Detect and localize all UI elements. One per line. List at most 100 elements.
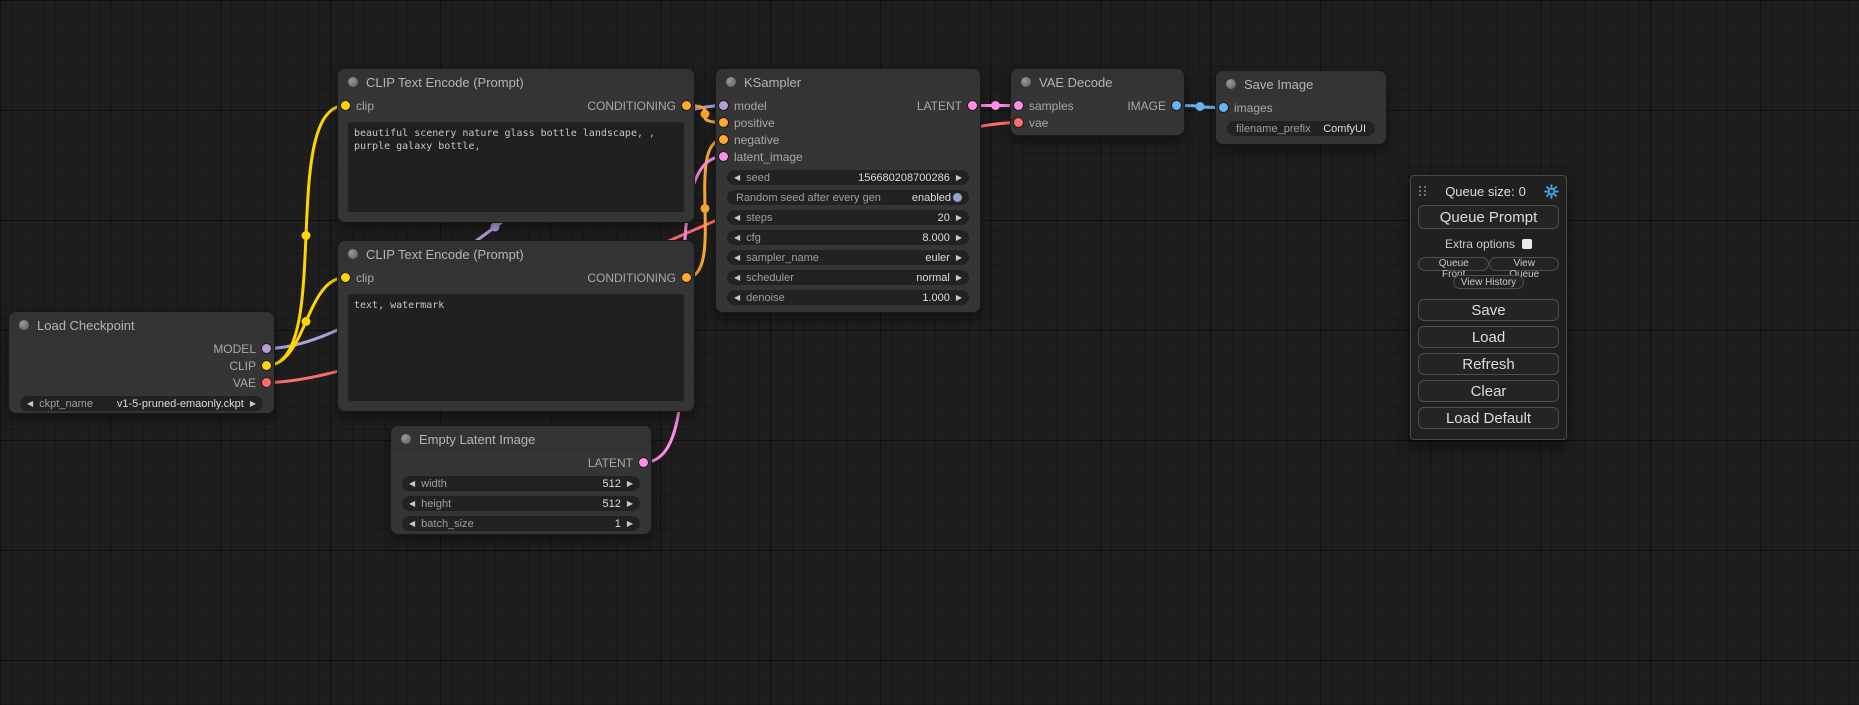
view-queue-button[interactable]: View Queue (1489, 257, 1559, 271)
widget-label: ckpt_name (39, 398, 93, 410)
widget-scheduler[interactable]: ◀ scheduler normal ▶ (727, 270, 969, 285)
node-title: Load Checkpoint (37, 318, 135, 333)
decrement-arrow-icon[interactable]: ◀ (409, 476, 415, 491)
widget-value: 1 (615, 518, 621, 530)
widget-batch-size[interactable]: ◀ batch_size 1 ▶ (402, 516, 640, 531)
widget-height[interactable]: ◀ height 512 ▶ (402, 496, 640, 511)
widget-filename-prefix[interactable]: filename_prefix ComfyUI (1227, 121, 1375, 136)
node-clip-text-encode-positive[interactable]: CLIP Text Encode (Prompt) clip CONDITION… (337, 68, 695, 223)
decrement-arrow-icon[interactable]: ◀ (734, 210, 740, 225)
input-port-clip[interactable] (341, 273, 350, 282)
drag-handle[interactable] (1418, 186, 1427, 197)
queue-size: Queue size: 0 (1427, 184, 1544, 199)
decrement-arrow-icon[interactable]: ◀ (734, 290, 740, 305)
increment-arrow-icon[interactable]: ▶ (956, 270, 962, 285)
input-port-images[interactable] (1219, 103, 1228, 112)
extra-options-checkbox[interactable] (1522, 239, 1532, 249)
load-default-button[interactable]: Load Default (1418, 407, 1559, 429)
queue-front-button[interactable]: Queue Front (1418, 257, 1489, 271)
output-label-latent: LATENT (917, 99, 962, 113)
increment-arrow-icon[interactable]: ▶ (956, 250, 962, 265)
increment-arrow-icon[interactable]: ▶ (627, 516, 633, 531)
load-button[interactable]: Load (1418, 326, 1559, 348)
output-port-image[interactable] (1172, 101, 1181, 110)
save-button[interactable]: Save (1418, 299, 1559, 321)
output-port-latent[interactable] (968, 101, 977, 110)
widget-value: ComfyUI (1323, 123, 1366, 135)
node-title-bar[interactable]: CLIP Text Encode (Prompt) (338, 69, 694, 95)
widget-denoise[interactable]: ◀ denoise 1.000 ▶ (727, 290, 969, 305)
increment-arrow-icon[interactable]: ▶ (956, 290, 962, 305)
output-port-vae[interactable] (262, 378, 271, 387)
node-title-bar[interactable]: KSampler (716, 69, 980, 95)
node-empty-latent-image[interactable]: Empty Latent Image LATENT ◀ width 512 ▶ … (390, 425, 652, 535)
toggle-knob-icon[interactable] (953, 193, 962, 202)
increment-arrow-icon[interactable]: ▶ (956, 170, 962, 185)
widget-value: 8.000 (922, 232, 950, 244)
increment-arrow-icon[interactable]: ▶ (956, 230, 962, 245)
decrement-arrow-icon[interactable]: ◀ (734, 230, 740, 245)
widget-seed[interactable]: ◀ seed 156680208700286 ▶ (727, 170, 969, 185)
output-port-latent[interactable] (639, 458, 648, 467)
widget-steps[interactable]: ◀ steps 20 ▶ (727, 210, 969, 225)
node-clip-text-encode-negative[interactable]: CLIP Text Encode (Prompt) clip CONDITION… (337, 240, 695, 412)
widget-width[interactable]: ◀ width 512 ▶ (402, 476, 640, 491)
graph-canvas[interactable]: Load Checkpoint MODEL CLIP VAE (0, 0, 1859, 705)
node-load-checkpoint[interactable]: Load Checkpoint MODEL CLIP VAE (8, 311, 275, 414)
prompt-textarea[interactable]: beautiful scenery nature glass bottle la… (348, 122, 684, 212)
increment-arrow-icon[interactable]: ▶ (627, 496, 633, 511)
input-label-clip: clip (356, 99, 374, 113)
output-port-conditioning[interactable] (682, 273, 691, 282)
node-title-bar[interactable]: Load Checkpoint (9, 312, 274, 338)
widget-label: steps (746, 212, 772, 224)
prompt-textarea[interactable]: text, watermark (348, 294, 684, 401)
widget-label: sampler_name (746, 252, 819, 264)
node-title-bar[interactable]: VAE Decode (1011, 69, 1184, 95)
input-port-vae[interactable] (1014, 118, 1023, 127)
node-status-dot (1226, 79, 1236, 89)
node-ksampler[interactable]: KSampler model LATENT positive (715, 68, 981, 313)
node-title-bar[interactable]: CLIP Text Encode (Prompt) (338, 241, 694, 267)
widget-label: Random seed after every gen (736, 192, 881, 204)
queue-prompt-button[interactable]: Queue Prompt (1418, 205, 1559, 229)
input-port-model[interactable] (719, 101, 728, 110)
increment-arrow-icon[interactable]: ▶ (956, 210, 962, 225)
clear-button[interactable]: Clear (1418, 380, 1559, 402)
output-label-model: MODEL (213, 342, 256, 356)
node-title-bar[interactable]: Save Image (1216, 71, 1386, 97)
decrement-arrow-icon[interactable]: ◀ (734, 270, 740, 285)
node-title: CLIP Text Encode (Prompt) (366, 75, 524, 90)
input-port-clip[interactable] (341, 101, 350, 110)
widget-ckpt-name[interactable]: ◀ ckpt_name v1-5-pruned-emaonly.ckpt ▶ (20, 396, 263, 411)
widget-random-seed-toggle[interactable]: Random seed after every gen enabled (727, 190, 969, 205)
node-vae-decode[interactable]: VAE Decode samples IMAGE vae (1010, 68, 1185, 136)
output-label-conditioning: CONDITIONING (587, 271, 676, 285)
view-history-button[interactable]: View History (1453, 275, 1524, 289)
widget-cfg[interactable]: ◀ cfg 8.000 ▶ (727, 230, 969, 245)
input-port-positive[interactable] (719, 118, 728, 127)
input-port-latent-image[interactable] (719, 152, 728, 161)
decrement-arrow-icon[interactable]: ◀ (734, 250, 740, 265)
output-port-clip[interactable] (262, 361, 271, 370)
decrement-arrow-icon[interactable]: ◀ (27, 396, 33, 411)
widget-value: enabled (912, 192, 951, 204)
node-save-image[interactable]: Save Image images filename_prefix ComfyU… (1215, 70, 1387, 145)
decrement-arrow-icon[interactable]: ◀ (409, 516, 415, 531)
widget-label: batch_size (421, 518, 474, 530)
output-port-conditioning[interactable] (682, 101, 691, 110)
settings-gear-icon[interactable] (1544, 184, 1559, 199)
increment-arrow-icon[interactable]: ▶ (627, 476, 633, 491)
decrement-arrow-icon[interactable]: ◀ (734, 170, 740, 185)
refresh-button[interactable]: Refresh (1418, 353, 1559, 375)
input-port-negative[interactable] (719, 135, 728, 144)
increment-arrow-icon[interactable]: ▶ (250, 396, 256, 411)
decrement-arrow-icon[interactable]: ◀ (409, 496, 415, 511)
queue-size-label: Queue size: (1445, 184, 1514, 199)
node-title-bar[interactable]: Empty Latent Image (391, 426, 651, 452)
widget-sampler-name[interactable]: ◀ sampler_name euler ▶ (727, 250, 969, 265)
node-status-dot (726, 77, 736, 87)
widget-value: 512 (602, 498, 620, 510)
input-port-samples[interactable] (1014, 101, 1023, 110)
widget-value: v1-5-pruned-emaonly.ckpt (117, 398, 244, 410)
output-port-model[interactable] (262, 344, 271, 353)
